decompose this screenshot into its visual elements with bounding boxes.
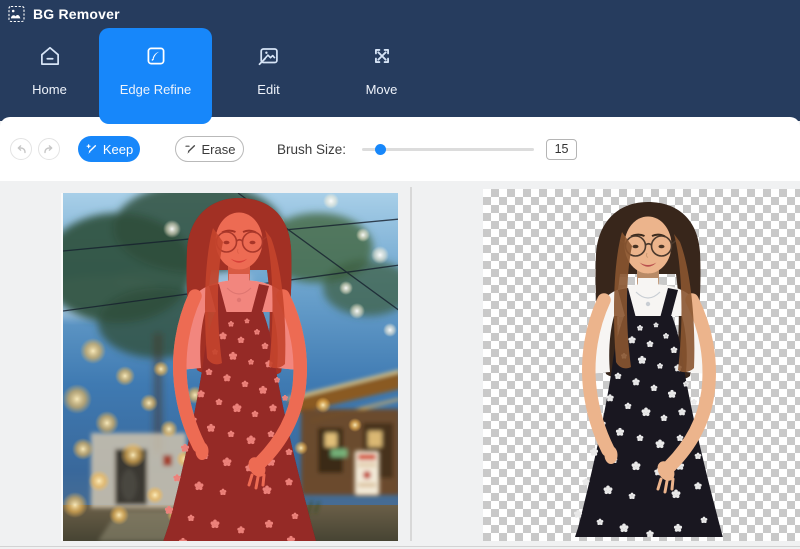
brush-size-label: Brush Size: [277,141,347,157]
app-logo-icon [8,5,25,23]
brush-plus-icon [86,143,96,154]
brush-size-input[interactable] [546,138,578,160]
titlebar: BG Remover [0,0,800,28]
app-chrome: BG Remover Home Edge Refine Edit Move [0,0,800,124]
main-nav: Home Edge Refine Edit Move [0,28,800,124]
undo-button[interactable] [10,138,32,160]
erase-button[interactable]: Erase [175,136,244,162]
keep-button-label: Keep [102,141,134,157]
editor-content [0,181,800,549]
tab-home-label: Home [32,82,67,97]
brush-size-slider[interactable] [362,142,535,156]
result-preview-panel [483,189,800,541]
subject-figure [568,202,728,537]
cutout-result-image [483,189,800,537]
panel-divider [410,187,412,541]
original-photo-with-mask [63,193,398,541]
refine-toolbar: Keep Erase Brush Size: [0,117,800,181]
redo-button[interactable] [38,138,60,160]
slider-track[interactable] [362,148,535,151]
app-title: BG Remover [33,6,120,22]
tab-edge-refine[interactable]: Edge Refine [99,28,212,124]
slider-thumb[interactable] [375,144,387,155]
tab-move[interactable]: Move [325,28,438,124]
undo-arrow-icon [17,145,26,154]
keep-button[interactable]: Keep [78,136,140,162]
tab-edit[interactable]: Edit [212,28,325,124]
expand-arrows-icon [374,49,389,63]
image-edit-icon [258,48,278,66]
house-icon [40,46,59,65]
tab-edge-refine-label: Edge Refine [119,82,192,97]
mask-edit-canvas[interactable] [61,193,398,541]
tab-move-label: Move [365,82,398,97]
tab-home[interactable]: Home [0,28,99,124]
erase-button-label: Erase [201,141,236,157]
redo-arrow-icon [44,145,53,154]
tab-edit-label: Edit [257,82,280,97]
brush-minus-icon [184,144,195,154]
pen-square-icon [147,47,164,65]
